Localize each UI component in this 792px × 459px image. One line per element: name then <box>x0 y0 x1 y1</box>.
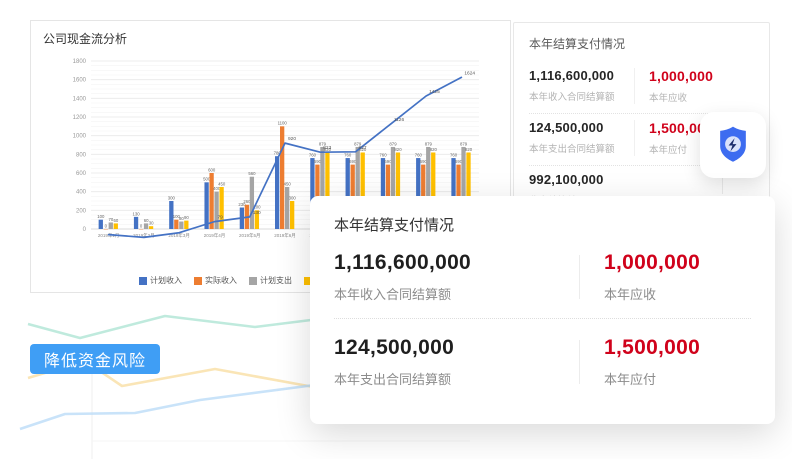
svg-text:300: 300 <box>289 195 297 200</box>
svg-text:1624: 1624 <box>464 70 475 76</box>
svg-text:450: 450 <box>284 181 292 186</box>
expense-settlement-label: 本年支出合同结算额 <box>529 141 634 155</box>
legend-swatch <box>139 277 147 285</box>
svg-text:600: 600 <box>208 167 216 172</box>
svg-text:760: 760 <box>379 152 387 157</box>
svg-text:820: 820 <box>394 147 402 152</box>
svg-text:0: 0 <box>83 227 87 233</box>
legend-item: 计划支出 <box>249 275 292 286</box>
svg-text:760: 760 <box>415 152 423 157</box>
popup-expense-value: 124,500,000 <box>334 336 579 360</box>
svg-text:200: 200 <box>76 208 87 214</box>
svg-text:130: 130 <box>253 210 261 216</box>
svg-text:760: 760 <box>344 152 352 157</box>
svg-text:827: 827 <box>359 145 367 151</box>
svg-text:760: 760 <box>450 152 458 157</box>
chart-title: 公司现金流分析 <box>43 30 127 47</box>
receivable-label: 本年应收 <box>649 90 754 104</box>
panel-title: 本年结算支付情况 <box>529 35 754 52</box>
settlement-popup: 本年结算支付情况 1,116,600,000 本年收入合同结算额 1,000,0… <box>310 196 775 424</box>
popup-receivable-cell: 1,000,000 本年应收 <box>580 251 700 303</box>
svg-text:600: 600 <box>76 171 87 177</box>
svg-text:820: 820 <box>430 147 438 152</box>
panel-row-income: 1,116,600,000 本年收入合同结算额 1,000,000 本年应收 <box>529 62 754 114</box>
svg-text:30: 30 <box>149 221 154 226</box>
svg-text:2019年5月: 2019年5月 <box>239 232 261 239</box>
legend-swatch <box>249 277 257 285</box>
popup-payable-label: 本年应付 <box>604 369 700 388</box>
popup-payable-value: 1,500,000 <box>604 336 700 360</box>
svg-text:130: 130 <box>133 211 141 216</box>
svg-text:450: 450 <box>218 181 226 186</box>
svg-text:400: 400 <box>76 190 87 196</box>
income-settlement-label: 本年收入合同结算额 <box>529 89 634 103</box>
svg-text:1600: 1600 <box>73 78 87 84</box>
svg-text:300: 300 <box>168 195 176 200</box>
svg-text:1400: 1400 <box>73 96 87 102</box>
risk-badge: 降低资金风险 <box>30 344 160 374</box>
popup-expense-label: 本年支出合同结算额 <box>334 369 579 388</box>
popup-receivable-label: 本年应收 <box>604 284 700 303</box>
legend-item: 计划收入 <box>139 275 182 286</box>
expense-settlement-value: 124,500,000 <box>529 120 634 135</box>
legend-label: 计划支出 <box>260 275 292 286</box>
popup-row-income: 1,116,600,000 本年收入合同结算额 1,000,000 本年应收 <box>334 251 751 303</box>
svg-text:1000: 1000 <box>73 134 87 140</box>
legend-swatch <box>194 277 202 285</box>
svg-text:79: 79 <box>217 215 223 221</box>
svg-text:800: 800 <box>76 152 87 158</box>
receivable-value: 1,000,000 <box>649 68 754 84</box>
popup-row-separator <box>334 318 751 319</box>
svg-text:1200: 1200 <box>73 115 87 121</box>
svg-text:1126: 1126 <box>394 117 405 123</box>
svg-text:1425: 1425 <box>429 89 440 95</box>
shield-lightning-icon <box>711 123 755 167</box>
svg-text:2019年4月: 2019年4月 <box>204 232 226 239</box>
svg-text:1100: 1100 <box>278 121 288 126</box>
popup-receivable-value: 1,000,000 <box>604 251 700 275</box>
svg-text:560: 560 <box>248 171 256 176</box>
svg-text:879: 879 <box>460 141 468 146</box>
expense-settlement-cell: 124,500,000 本年支出合同结算额 <box>529 120 634 156</box>
svg-text:100: 100 <box>97 214 105 219</box>
svg-text:1800: 1800 <box>73 59 87 65</box>
svg-text:60: 60 <box>113 218 118 223</box>
popup-income-value: 1,116,600,000 <box>334 251 579 275</box>
svg-text:2019年6月: 2019年6月 <box>274 232 296 239</box>
svg-text:90: 90 <box>184 215 189 220</box>
svg-text:920: 920 <box>288 136 296 142</box>
balance-value: 992,100,000 <box>529 172 642 187</box>
legend-label: 实际收入 <box>205 275 237 286</box>
popup-expense-cell: 124,500,000 本年支出合同结算额 <box>334 336 579 388</box>
legend-label: 计划收入 <box>150 275 182 286</box>
security-shield-card <box>700 112 766 178</box>
income-settlement-cell: 1,116,600,000 本年收入合同结算额 <box>529 68 634 104</box>
popup-payable-cell: 1,500,000 本年应付 <box>580 336 700 388</box>
popup-row-expense: 124,500,000 本年支出合同结算额 1,500,000 本年应付 <box>334 336 751 388</box>
svg-text:823: 823 <box>323 145 331 151</box>
popup-income-cell: 1,116,600,000 本年收入合同结算额 <box>334 251 579 303</box>
income-settlement-value: 1,116,600,000 <box>529 68 634 83</box>
popup-title: 本年结算支付情况 <box>334 214 751 235</box>
receivable-cell: 1,000,000 本年应收 <box>634 68 754 104</box>
svg-text:760: 760 <box>309 152 317 157</box>
svg-text:820: 820 <box>465 147 473 152</box>
legend-item: 实际收入 <box>194 275 237 286</box>
svg-text:879: 879 <box>425 141 433 146</box>
popup-income-label: 本年收入合同结算额 <box>334 284 579 303</box>
svg-text:879: 879 <box>389 141 397 146</box>
